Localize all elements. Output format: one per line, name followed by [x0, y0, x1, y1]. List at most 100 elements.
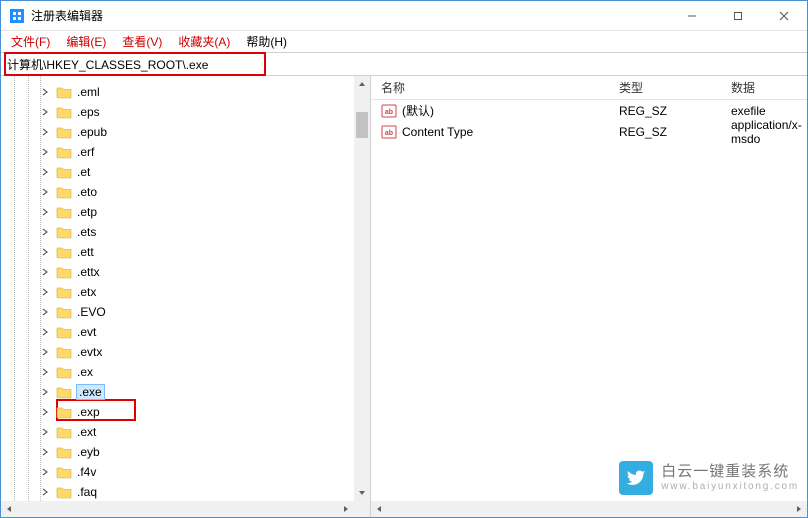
- column-header-data[interactable]: 数据: [727, 76, 807, 99]
- scroll-right-button[interactable]: [338, 501, 354, 517]
- menu-help[interactable]: 帮助(H): [238, 31, 295, 52]
- scroll-corner: [354, 501, 370, 517]
- values-horizontal-scrollbar[interactable]: [371, 501, 807, 517]
- tree-item[interactable]: .eps: [1, 102, 370, 122]
- scroll-down-button[interactable]: [354, 485, 370, 501]
- chevron-right-icon[interactable]: [38, 85, 52, 99]
- folder-icon: [56, 465, 72, 479]
- scroll-left-button[interactable]: [371, 501, 387, 517]
- scroll-left-button[interactable]: [1, 501, 17, 517]
- chevron-right-icon[interactable]: [38, 445, 52, 459]
- list-header: 名称 类型 数据: [371, 76, 807, 100]
- minimize-button[interactable]: [669, 1, 715, 31]
- column-header-type[interactable]: 类型: [615, 76, 727, 99]
- tree-item-label: .f4v: [77, 465, 96, 479]
- folder-icon: [56, 405, 72, 419]
- tree-item-label: .etx: [77, 285, 96, 299]
- tree-item[interactable]: .ex: [1, 362, 370, 382]
- tree-item-label: .etp: [77, 205, 97, 219]
- tree-item[interactable]: .evt: [1, 322, 370, 342]
- tree-vertical-scrollbar[interactable]: [354, 76, 370, 501]
- chevron-right-icon[interactable]: [38, 345, 52, 359]
- values-pane: 名称 类型 数据 (默认)REG_SZexefileContent TypeRE…: [371, 76, 807, 517]
- tree-item-label: .eml: [77, 85, 100, 99]
- folder-icon: [56, 85, 72, 99]
- chevron-right-icon[interactable]: [38, 185, 52, 199]
- watermark-text: 白云一键重装系统 www.baiyunxitong.com: [661, 464, 799, 492]
- tree-item[interactable]: .evtx: [1, 342, 370, 362]
- chevron-right-icon[interactable]: [38, 225, 52, 239]
- chevron-right-icon[interactable]: [38, 285, 52, 299]
- tree-item[interactable]: .eto: [1, 182, 370, 202]
- folder-icon: [56, 245, 72, 259]
- chevron-right-icon[interactable]: [38, 485, 52, 499]
- tree-item[interactable]: .faq: [1, 482, 370, 502]
- folder-icon: [56, 105, 72, 119]
- scroll-up-button[interactable]: [354, 76, 370, 92]
- tree-item-label: .ets: [77, 225, 96, 239]
- maximize-button[interactable]: [715, 1, 761, 31]
- tree-item[interactable]: .eyb: [1, 442, 370, 462]
- tree-item-label: .ex: [77, 365, 93, 379]
- folder-icon: [56, 425, 72, 439]
- value-type: REG_SZ: [619, 125, 667, 139]
- chevron-right-icon[interactable]: [38, 365, 52, 379]
- tree-item[interactable]: .etp: [1, 202, 370, 222]
- list-rows: (默认)REG_SZexefileContent TypeREG_SZappli…: [371, 100, 807, 517]
- chevron-right-icon[interactable]: [38, 165, 52, 179]
- folder-icon: [56, 305, 72, 319]
- folder-icon: [56, 265, 72, 279]
- tree-item-label: .ext: [77, 425, 96, 439]
- tree-item[interactable]: .etx: [1, 282, 370, 302]
- close-button[interactable]: [761, 1, 807, 31]
- list-row[interactable]: Content TypeREG_SZapplication/x-msdo: [371, 121, 807, 142]
- menu-view[interactable]: 查看(V): [114, 31, 170, 52]
- menu-edit[interactable]: 编辑(E): [58, 31, 114, 52]
- address-input[interactable]: [1, 53, 807, 75]
- app-icon: [9, 8, 25, 24]
- chevron-right-icon[interactable]: [38, 245, 52, 259]
- menu-file[interactable]: 文件(F): [3, 31, 58, 52]
- folder-icon: [56, 185, 72, 199]
- tree-horizontal-scrollbar[interactable]: [1, 501, 354, 517]
- chevron-right-icon[interactable]: [38, 125, 52, 139]
- tree-item-label: .evt: [77, 325, 96, 339]
- tree-item[interactable]: .exe: [1, 382, 370, 402]
- tree-item[interactable]: .exp: [1, 402, 370, 422]
- folder-icon: [56, 365, 72, 379]
- tree-item[interactable]: .ext: [1, 422, 370, 442]
- tree-item[interactable]: .f4v: [1, 462, 370, 482]
- chevron-right-icon[interactable]: [38, 405, 52, 419]
- chevron-right-icon[interactable]: [38, 105, 52, 119]
- tree-item-label: .eto: [77, 185, 97, 199]
- tree-item[interactable]: .eml: [1, 82, 370, 102]
- tree-item[interactable]: .ett: [1, 242, 370, 262]
- chevron-right-icon[interactable]: [38, 385, 52, 399]
- chevron-right-icon[interactable]: [38, 425, 52, 439]
- tree-item[interactable]: .ets: [1, 222, 370, 242]
- scroll-track[interactable]: [354, 92, 370, 485]
- tree-item[interactable]: .EVO: [1, 302, 370, 322]
- folder-icon: [56, 145, 72, 159]
- titlebar: 注册表编辑器: [1, 1, 807, 31]
- chevron-right-icon[interactable]: [38, 145, 52, 159]
- chevron-right-icon[interactable]: [38, 205, 52, 219]
- tree-item[interactable]: .erf: [1, 142, 370, 162]
- value-name: Content Type: [402, 125, 473, 139]
- scroll-thumb[interactable]: [356, 112, 368, 138]
- tree-item-label: .erf: [77, 145, 94, 159]
- string-value-icon: [381, 103, 397, 119]
- tree-item-label: .ettx: [77, 265, 100, 279]
- chevron-right-icon[interactable]: [38, 265, 52, 279]
- scroll-right-button[interactable]: [791, 501, 807, 517]
- tree-item[interactable]: .et: [1, 162, 370, 182]
- column-header-name[interactable]: 名称: [377, 76, 615, 99]
- tree-item-label: .exe: [77, 385, 104, 399]
- menu-favorites[interactable]: 收藏夹(A): [170, 31, 238, 52]
- chevron-right-icon[interactable]: [38, 325, 52, 339]
- tree-item[interactable]: .epub: [1, 122, 370, 142]
- tree-item[interactable]: .ettx: [1, 262, 370, 282]
- chevron-right-icon[interactable]: [38, 305, 52, 319]
- tree-item-label: .exp: [77, 405, 100, 419]
- chevron-right-icon[interactable]: [38, 465, 52, 479]
